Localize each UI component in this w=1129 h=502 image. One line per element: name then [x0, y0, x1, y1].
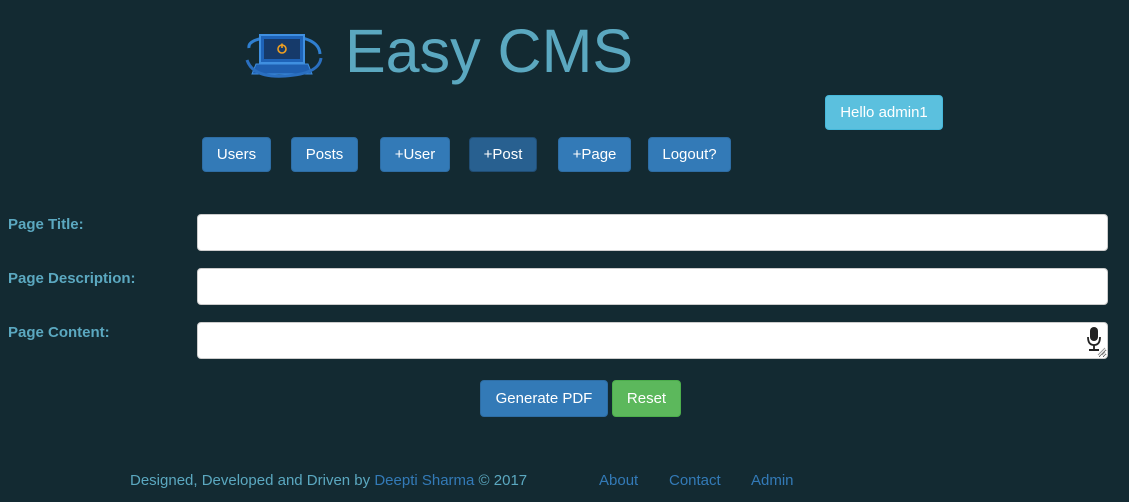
greeting-badge[interactable]: Hello admin1 — [825, 95, 943, 130]
nav-posts-button[interactable]: Posts — [291, 137, 358, 172]
nav-add-user-button[interactable]: +User — [380, 137, 450, 172]
page-description-label: Page Description: — [8, 270, 136, 287]
laptop-power-logo-icon — [245, 34, 323, 78]
nav-add-post-button[interactable]: +Post — [469, 137, 537, 172]
page-description-input[interactable] — [197, 268, 1108, 305]
nav-users-button[interactable]: Users — [202, 137, 271, 172]
footer-contact-link[interactable]: Contact — [669, 471, 721, 491]
footer-admin-link[interactable]: Admin — [751, 471, 794, 491]
resize-grip-icon[interactable] — [1097, 347, 1106, 356]
footer-credit-suffix: © 2017 — [474, 472, 528, 489]
footer-credit: Designed, Developed and Driven by Deepti… — [130, 471, 527, 491]
nav-add-page-button[interactable]: +Page — [558, 137, 631, 172]
page: Easy CMS Hello admin1 Users Posts +User … — [0, 0, 1129, 502]
footer-credit-prefix: Designed, Developed and Driven by — [130, 472, 375, 489]
footer-author-link[interactable]: Deepti Sharma — [374, 472, 474, 489]
page-content-label: Page Content: — [8, 324, 110, 341]
reset-button[interactable]: Reset — [612, 380, 681, 417]
nav-logout-button[interactable]: Logout? — [648, 137, 731, 172]
generate-pdf-button[interactable]: Generate PDF — [480, 380, 608, 417]
page-content-textarea[interactable] — [197, 322, 1108, 359]
page-title-label: Page Title: — [8, 216, 84, 233]
page-title-input[interactable] — [197, 214, 1108, 251]
footer-about-link[interactable]: About — [599, 471, 638, 491]
app-title: Easy CMS — [345, 17, 634, 85]
